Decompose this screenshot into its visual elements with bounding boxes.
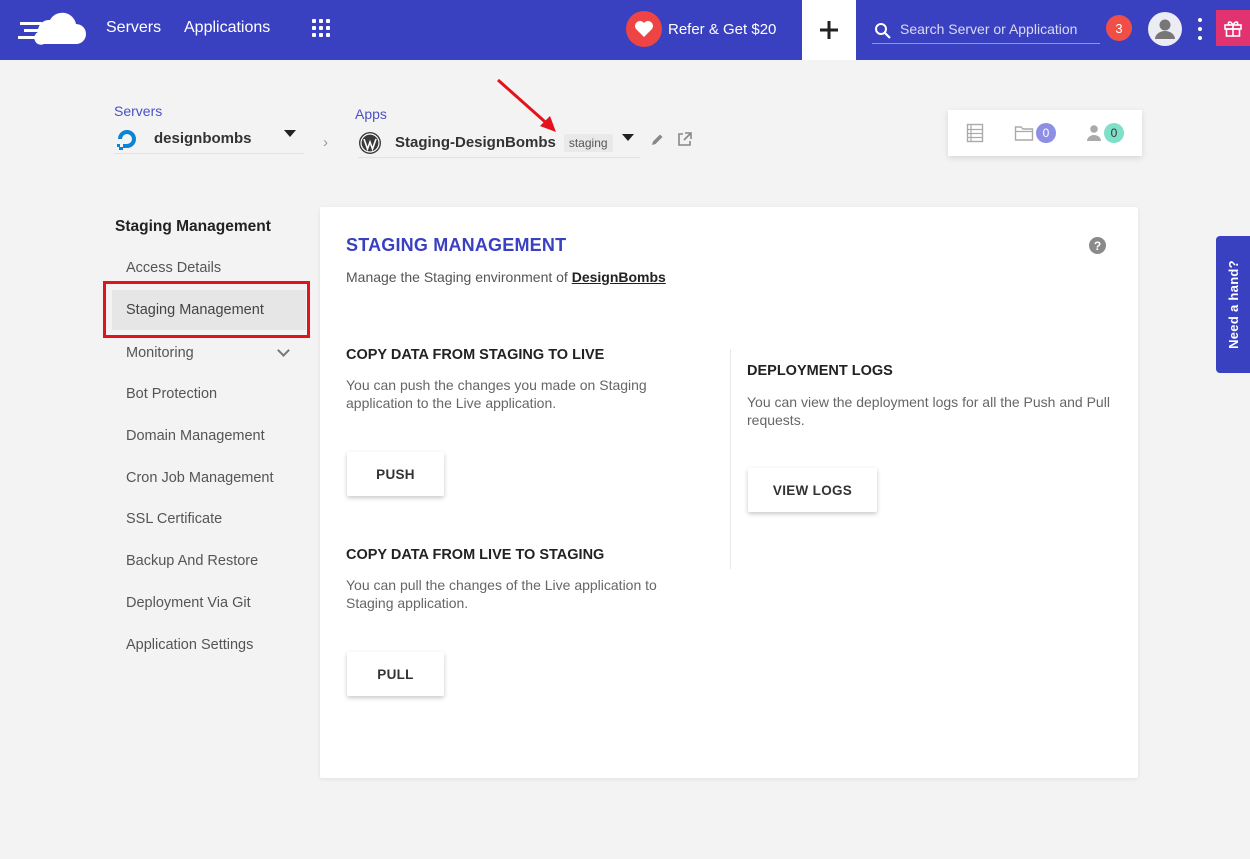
servers-crumb-label: Servers xyxy=(114,103,163,119)
app-dropdown-caret-icon[interactable] xyxy=(622,134,634,141)
page-title: STAGING MANAGEMENT xyxy=(346,235,567,255)
help-icon[interactable]: ? xyxy=(1089,237,1106,254)
view-logs-button[interactable]: VIEW LOGS xyxy=(748,468,877,512)
search-input[interactable] xyxy=(900,20,1100,37)
digitalocean-icon xyxy=(117,129,136,150)
sidebar-title: Staging Management xyxy=(115,218,271,235)
sidebar-item-label: Domain Management xyxy=(126,428,265,444)
user-icon xyxy=(1087,125,1101,141)
app-stats-box: 0 0 xyxy=(948,110,1142,156)
user-avatar[interactable] xyxy=(1148,12,1182,46)
pull-section-description: You can pull the changes of the Live app… xyxy=(346,577,657,611)
refer-label: Refer & Get $20 xyxy=(668,20,777,38)
folders-count-badge: 0 xyxy=(1036,123,1056,143)
sidebar-item-label: Cron Job Management xyxy=(126,470,274,486)
sidebar-item-deployment-via-git[interactable]: Deployment Via Git xyxy=(112,583,306,623)
push-section-description: You can push the changes you made on Sta… xyxy=(346,377,647,411)
breadcrumb-chevron-icon: › xyxy=(323,134,328,151)
push-button[interactable]: PUSH xyxy=(347,452,444,496)
user-icon xyxy=(1155,19,1175,39)
cloud-logo-icon[interactable] xyxy=(18,10,86,48)
server-list-icon xyxy=(966,123,984,143)
sidebar-item-label: SSL Certificate xyxy=(126,511,223,527)
sidebar-item-label: Bot Protection xyxy=(126,386,218,402)
need-a-hand-label: Need a hand? xyxy=(1225,260,1241,349)
annotation-arrow-icon xyxy=(497,78,556,132)
pull-section-title: COPY DATA FROM LIVE TO STAGING xyxy=(346,547,605,563)
sidebar-item-cron-job-management[interactable]: Cron Job Management xyxy=(112,458,306,498)
plus-icon xyxy=(820,21,838,39)
sidebar-item-application-settings[interactable]: Application Settings xyxy=(112,625,306,665)
search-bar xyxy=(872,14,1100,44)
users-stat[interactable]: 0 xyxy=(1086,123,1124,143)
page-subtitle: Manage the Staging environment of Design… xyxy=(346,269,666,285)
logs-section-description: You can view the deployment logs for all… xyxy=(747,394,1110,428)
app-environment-tag: staging xyxy=(563,133,613,152)
gift-button[interactable] xyxy=(1216,10,1250,46)
heart-icon xyxy=(626,11,662,47)
push-section-title: COPY DATA FROM STAGING TO LIVE xyxy=(346,347,605,363)
more-options-icon[interactable] xyxy=(1196,18,1204,40)
server-dropdown-caret-icon[interactable] xyxy=(284,130,296,137)
app-link[interactable]: DesignBombs xyxy=(572,269,666,285)
app-name: Staging-DesignBombs xyxy=(395,134,556,151)
staging-management-card: STAGING MANAGEMENT ? Manage the Staging … xyxy=(320,207,1138,778)
wordpress-icon xyxy=(359,131,381,154)
sidebar-item-monitoring[interactable]: Monitoring xyxy=(112,333,306,373)
apps-grid-icon[interactable] xyxy=(312,19,330,37)
nav-servers-link[interactable]: Servers xyxy=(106,19,161,37)
top-navbar: Servers Applications Refer & Get $20 3 xyxy=(0,0,1250,60)
sidebar-item-label: Monitoring xyxy=(126,345,194,361)
folders-stat[interactable]: 0 xyxy=(1014,123,1056,143)
need-a-hand-tab[interactable]: Need a hand? xyxy=(1216,236,1250,373)
sidebar-item-label: Access Details xyxy=(126,260,222,276)
server-list-stat[interactable] xyxy=(966,123,984,143)
search-icon xyxy=(875,22,891,39)
sidebar-item-label: Application Settings xyxy=(126,637,254,653)
external-link-icon[interactable] xyxy=(677,131,693,147)
gift-icon xyxy=(1224,21,1242,37)
users-count-badge: 0 xyxy=(1104,123,1124,143)
server-selector[interactable]: designbombs xyxy=(114,124,304,154)
sidebar-item-bot-protection[interactable]: Bot Protection xyxy=(112,374,306,414)
logs-section-title: DEPLOYMENT LOGS xyxy=(747,363,893,379)
refer-button[interactable]: Refer & Get $20 xyxy=(626,11,776,47)
section-divider xyxy=(730,349,731,569)
notification-badge[interactable]: 3 xyxy=(1106,15,1132,41)
edit-pencil-icon[interactable] xyxy=(650,133,664,147)
folder-icon xyxy=(1014,126,1034,141)
sidebar-item-domain-management[interactable]: Domain Management xyxy=(112,416,306,456)
server-name: designbombs xyxy=(154,130,252,147)
nav-applications-link[interactable]: Applications xyxy=(184,19,270,37)
sidebar-item-label: Backup And Restore xyxy=(126,553,259,569)
pull-button[interactable]: PULL xyxy=(347,652,444,696)
annotation-highlight-box xyxy=(103,281,310,338)
sidebar-item-label: Deployment Via Git xyxy=(126,595,251,611)
sidebar-item-ssl-certificate[interactable]: SSL Certificate xyxy=(112,499,306,539)
sidebar-item-backup-and-restore[interactable]: Backup And Restore xyxy=(112,541,306,581)
subtitle-text: Manage the Staging environment of xyxy=(346,269,572,285)
apps-crumb-label: Apps xyxy=(355,106,387,122)
add-new-button[interactable] xyxy=(802,0,856,60)
chevron-down-icon xyxy=(277,344,290,357)
